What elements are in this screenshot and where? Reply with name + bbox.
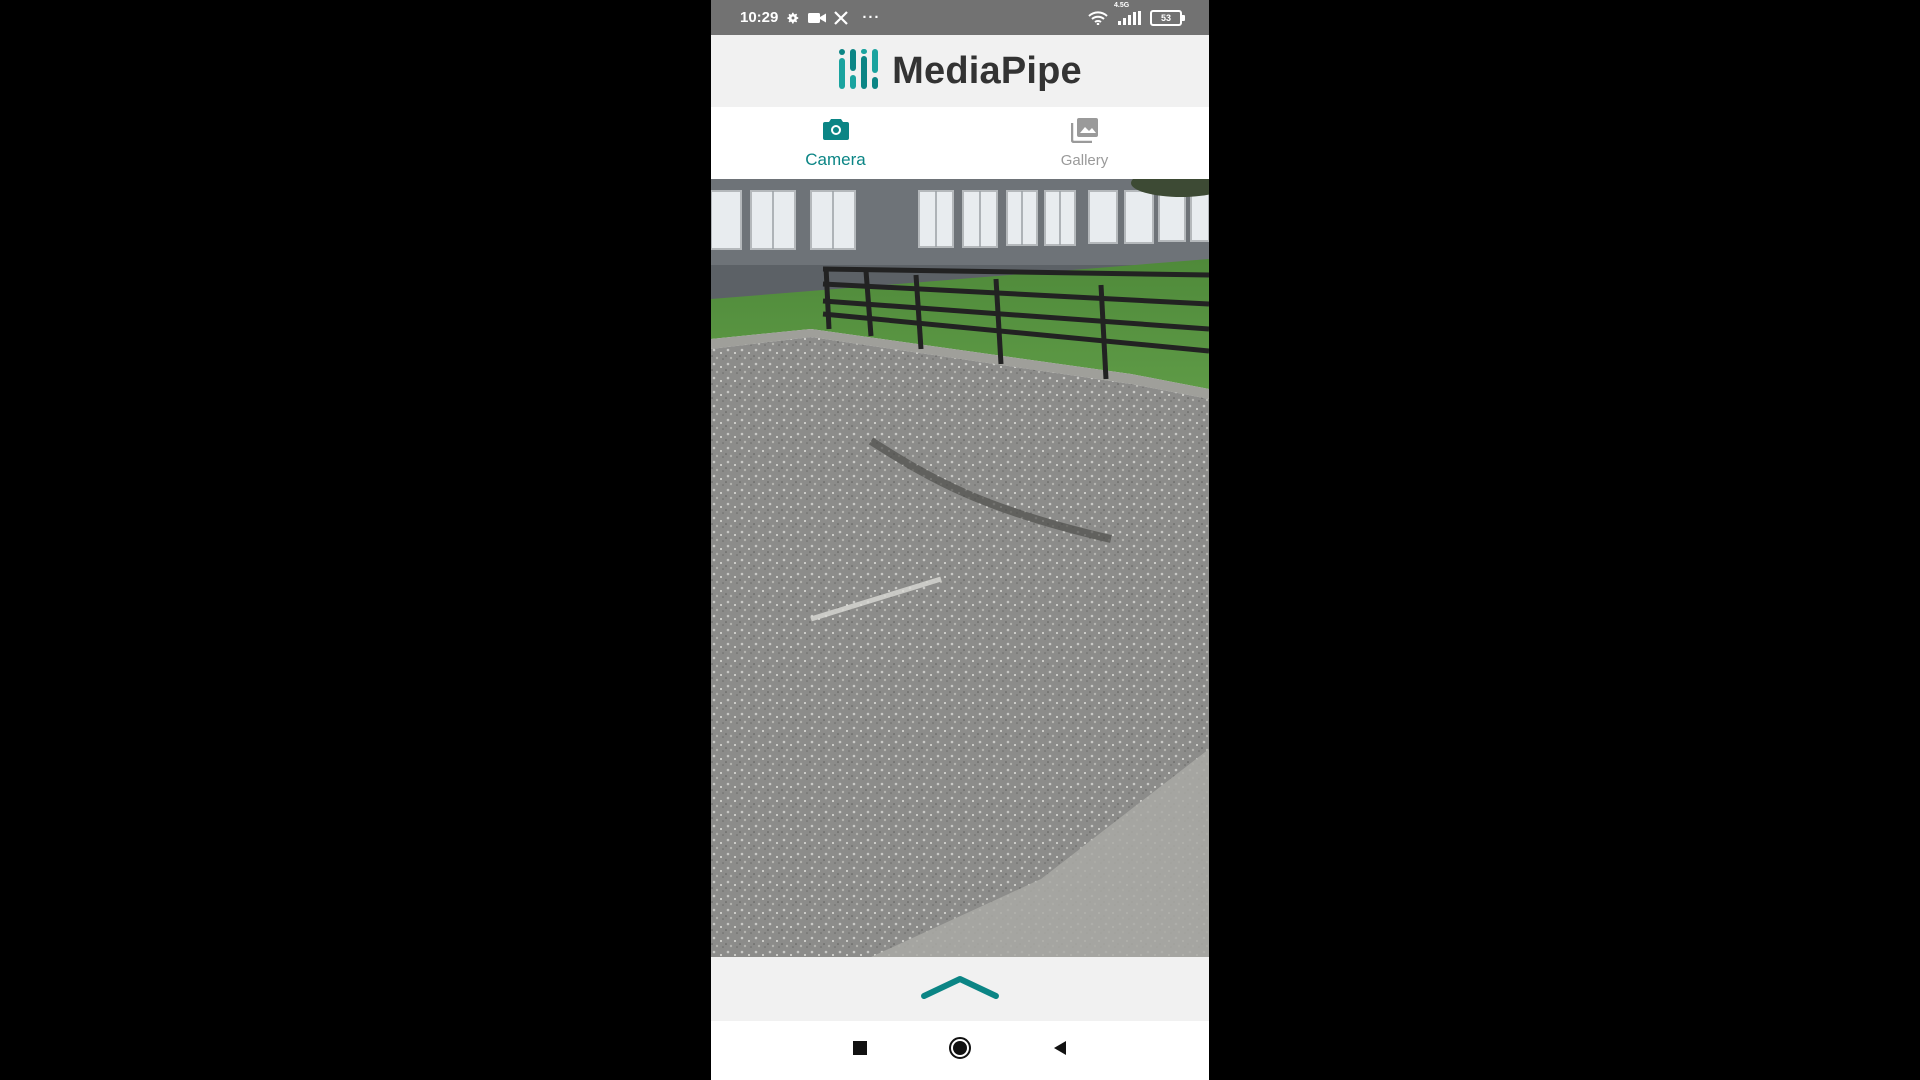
- status-left: 10:29 ···: [740, 0, 880, 35]
- camera-icon: [822, 117, 850, 146]
- home-circle-icon[interactable]: [948, 1036, 972, 1065]
- recents-square-icon[interactable]: [852, 1040, 868, 1061]
- tab-camera[interactable]: Camera: [711, 107, 960, 179]
- wifi-icon: [1088, 10, 1108, 25]
- tab-camera-label: Camera: [805, 149, 866, 169]
- back-triangle-icon[interactable]: [1052, 1040, 1068, 1061]
- cell-signal-icon: 4.5G: [1114, 2, 1142, 25]
- system-nav-bar: [711, 1021, 1209, 1080]
- phone-screen: 10:29 ··· 4.5G 53 MediaPipe Camera Galle…: [711, 0, 1209, 1080]
- video-camera-icon: [808, 12, 827, 24]
- status-time: 10:29: [740, 9, 779, 26]
- x-logo-icon: [834, 10, 849, 25]
- more-icon: ···: [862, 9, 881, 26]
- status-right: 4.5G 53: [1088, 0, 1185, 35]
- status-bar: 10:29 ··· 4.5G 53: [711, 0, 1209, 35]
- app-title: MediaPipe: [892, 49, 1082, 92]
- camera-preview[interactable]: [711, 179, 1209, 957]
- camera-scene-image: [711, 179, 1209, 957]
- gallery-icon: [1070, 117, 1099, 148]
- app-header: MediaPipe: [711, 35, 1209, 107]
- tab-gallery-label: Gallery: [1060, 152, 1109, 169]
- tab-gallery[interactable]: Gallery: [960, 107, 1209, 179]
- network-type: 4.5G: [1114, 1, 1130, 9]
- battery-level: 53: [1160, 12, 1171, 23]
- mediapipe-logo-icon: [838, 48, 880, 95]
- chevron-up-icon[interactable]: [920, 974, 1000, 1005]
- battery-icon: 53: [1150, 9, 1185, 26]
- bottom-sheet: [711, 957, 1209, 1021]
- gear-icon: [786, 11, 800, 25]
- tab-bar: Camera Gallery: [711, 107, 1209, 179]
